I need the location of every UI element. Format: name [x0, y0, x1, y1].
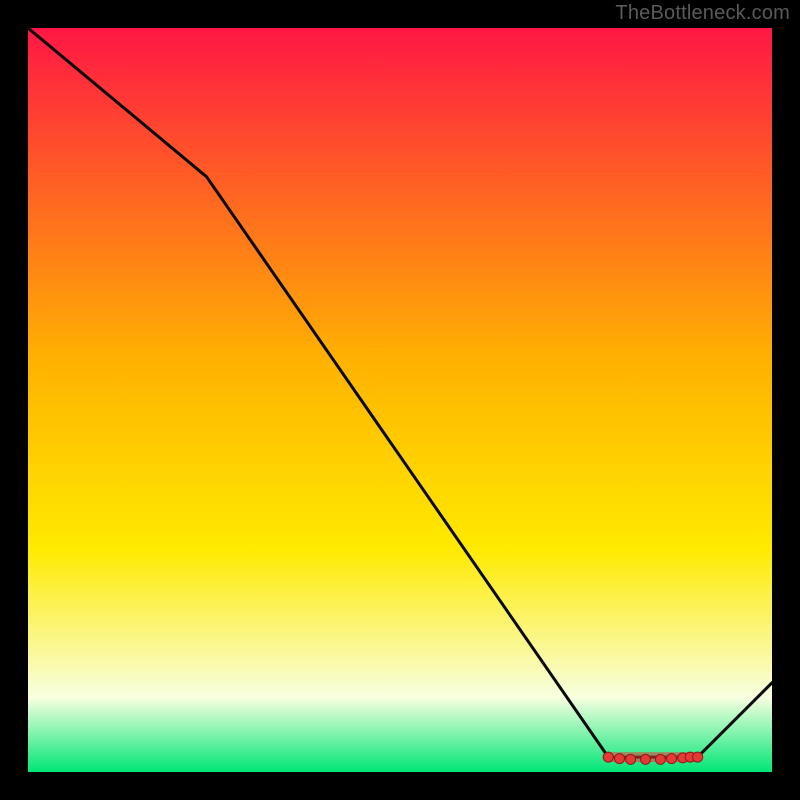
chart-frame: TheBottleneck.com [0, 0, 800, 800]
gradient-background [28, 28, 772, 772]
marker-dot [641, 754, 651, 764]
marker-dot [693, 752, 703, 762]
marker-dot [603, 752, 613, 762]
chart-plot-area [28, 28, 772, 772]
watermark-text: TheBottleneck.com [615, 2, 790, 25]
chart-svg [28, 28, 772, 772]
marker-dot [667, 754, 677, 764]
marker-dot [615, 754, 625, 764]
marker-dot [655, 754, 665, 764]
marker-dot [626, 754, 636, 764]
